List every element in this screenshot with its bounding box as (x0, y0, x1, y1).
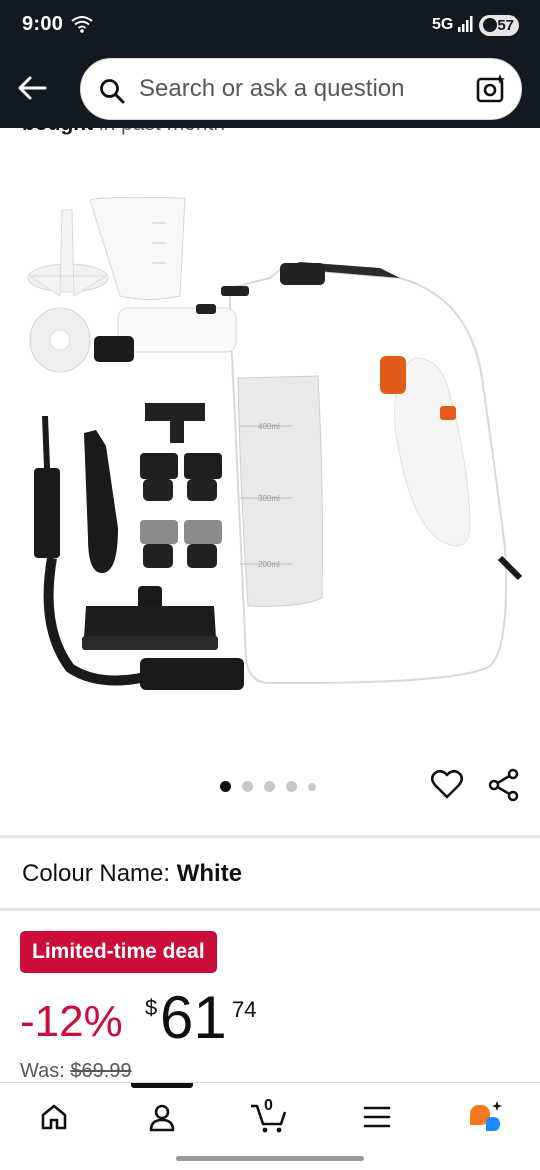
search-input[interactable] (139, 72, 459, 106)
image-carousel-indicator (220, 781, 327, 792)
account-icon (149, 1104, 175, 1132)
rufus-icon (470, 1101, 502, 1131)
gesture-bar (176, 1156, 364, 1161)
nozzle-accessories (34, 416, 118, 573)
home-icon (41, 1104, 67, 1130)
nav-account[interactable] (137, 1097, 187, 1137)
share-button[interactable] (487, 768, 521, 807)
tank-mark-400: 400ml (258, 422, 280, 431)
product-image[interactable]: 400ml 300ml 200ml (0, 128, 540, 768)
charging-icon (483, 18, 497, 32)
nav-home[interactable] (29, 1097, 79, 1137)
colour-value: White (176, 860, 243, 887)
back-arrow-icon (18, 76, 47, 100)
menu-icon (363, 1106, 391, 1128)
battery-indicator: 57 (479, 15, 519, 36)
carousel-dot[interactable] (286, 781, 297, 792)
back-button[interactable] (14, 70, 50, 106)
discount-percent: -12% (20, 997, 123, 1046)
wishlist-button[interactable] (430, 768, 464, 807)
battery-level: 57 (497, 17, 514, 34)
nav-menu[interactable] (352, 1097, 402, 1137)
signal-icon (458, 15, 474, 38)
limited-time-deal-badge: Limited-time deal (20, 931, 217, 973)
brush-accessories (140, 403, 222, 568)
top-header (0, 52, 540, 128)
network-type: 5G (432, 16, 454, 33)
carousel-dot[interactable] (308, 782, 316, 791)
nav-rufus[interactable] (461, 1097, 511, 1137)
price-fraction: 74 (232, 997, 257, 1022)
price-currency: $ (145, 995, 158, 1020)
was-price-row: Was: $69.99 (20, 1060, 132, 1082)
heart-icon (430, 769, 464, 799)
price-whole: 61 (160, 984, 227, 1051)
section-divider (0, 908, 540, 911)
cart-count: 0 (264, 1097, 273, 1114)
search-box[interactable] (80, 58, 522, 120)
tank-mark-300: 300ml (258, 494, 280, 503)
carousel-dot[interactable] (264, 781, 275, 792)
nav-cart[interactable]: 0 (244, 1097, 294, 1137)
camera-search-icon[interactable] (475, 73, 507, 110)
wifi-icon (70, 14, 94, 39)
funnel-accessory (27, 209, 109, 297)
active-tab-indicator (131, 1083, 193, 1088)
carousel-dot[interactable] (242, 781, 253, 792)
colour-selection[interactable]: Colour Name: White (22, 860, 242, 888)
was-price: $69.99 (70, 1060, 132, 1082)
share-icon (488, 768, 519, 802)
search-icon (99, 78, 125, 109)
carousel-dot[interactable] (220, 781, 231, 792)
was-label: Was: (20, 1060, 65, 1082)
scraper-accessory (82, 586, 218, 650)
status-bar: 9:00 5G 57 (0, 0, 540, 52)
section-divider (0, 835, 540, 838)
status-time: 9:00 (22, 13, 64, 35)
colour-label: Colour Name: (22, 860, 171, 887)
tank-mark-200: 200ml (258, 560, 280, 569)
